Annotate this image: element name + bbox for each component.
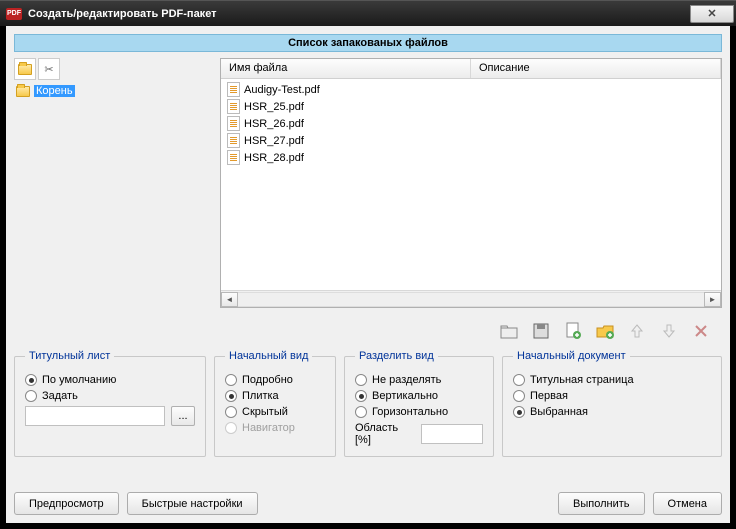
- tree-root-item[interactable]: Корень: [14, 84, 214, 98]
- file-name: HSR_25.pdf: [244, 101, 304, 113]
- radio-icon: [513, 390, 525, 402]
- group-legend: Начальный документ: [513, 350, 630, 362]
- option-no-split[interactable]: Не разделять: [355, 374, 483, 386]
- radio-icon: [225, 406, 237, 418]
- option-label: Не разделять: [372, 374, 441, 386]
- column-description[interactable]: Описание: [471, 59, 721, 78]
- area-input[interactable]: [421, 424, 483, 444]
- move-down-button[interactable]: [658, 320, 680, 342]
- list-item[interactable]: Audigy-Test.pdf: [225, 81, 717, 98]
- radio-icon: [225, 422, 237, 434]
- quick-settings-button[interactable]: Быстрые настройки: [127, 492, 258, 515]
- add-file-button[interactable]: [562, 320, 584, 342]
- tree-item-label: Корень: [34, 85, 75, 97]
- option-default[interactable]: По умолчанию: [25, 374, 195, 386]
- option-detail[interactable]: Подробно: [225, 374, 325, 386]
- add-folder-button[interactable]: [594, 320, 616, 342]
- radio-icon: [355, 390, 367, 402]
- list-item[interactable]: HSR_26.pdf: [225, 115, 717, 132]
- option-label: Скрытый: [242, 406, 288, 418]
- option-label: Титульная страница: [530, 374, 634, 386]
- ok-button[interactable]: Выполнить: [558, 492, 644, 515]
- horizontal-scrollbar[interactable]: ◄ ►: [221, 290, 721, 307]
- radio-icon: [355, 374, 367, 386]
- move-up-button[interactable]: [626, 320, 648, 342]
- option-label: Плитка: [242, 390, 279, 402]
- file-name: HSR_27.pdf: [244, 135, 304, 147]
- option-horizontal[interactable]: Горизонтально: [355, 406, 483, 418]
- scroll-track[interactable]: [238, 292, 704, 307]
- file-name: Audigy-Test.pdf: [244, 84, 320, 96]
- preview-button[interactable]: Предпросмотр: [14, 492, 119, 515]
- radio-icon: [25, 390, 37, 402]
- toolbar-strip: [14, 314, 722, 344]
- option-cover[interactable]: Титульная страница: [513, 374, 711, 386]
- save-button[interactable]: [530, 320, 552, 342]
- client-area: Список запакованых файлов ✂ Корень Имя ф…: [6, 26, 730, 523]
- list-item[interactable]: HSR_25.pdf: [225, 98, 717, 115]
- group-legend: Начальный вид: [225, 350, 312, 362]
- option-first[interactable]: Первая: [513, 390, 711, 402]
- list-header: Имя файла Описание: [221, 59, 721, 79]
- radio-icon: [25, 374, 37, 386]
- close-button[interactable]: ✕: [690, 5, 734, 23]
- option-tile[interactable]: Плитка: [225, 390, 325, 402]
- scroll-left-button[interactable]: ◄: [221, 292, 238, 307]
- pdf-icon: [227, 99, 240, 114]
- scissors-icon: ✂: [44, 63, 53, 76]
- titlebar: PDF Создать/редактировать PDF-пакет ✕: [0, 0, 736, 26]
- open-folder-button[interactable]: [498, 320, 520, 342]
- option-label: Подробно: [242, 374, 293, 386]
- option-label: Горизонтально: [372, 406, 448, 418]
- file-list: Имя файла Описание Audigy-Test.pdf HSR_2…: [220, 58, 722, 308]
- radio-icon: [513, 374, 525, 386]
- scroll-right-button[interactable]: ►: [704, 292, 721, 307]
- option-label: Задать: [42, 390, 78, 402]
- window-title: Создать/редактировать PDF-пакет: [28, 8, 690, 20]
- list-body[interactable]: Audigy-Test.pdf HSR_25.pdf HSR_26.pdf HS…: [221, 79, 721, 290]
- folder-icon: [16, 86, 30, 97]
- radio-icon: [355, 406, 367, 418]
- option-label: Навигатор: [242, 422, 295, 434]
- option-label: Первая: [530, 390, 568, 402]
- option-selected[interactable]: Выбранная: [513, 406, 711, 418]
- column-filename[interactable]: Имя файла: [221, 59, 471, 78]
- file-list-banner: Список запакованых файлов: [14, 34, 722, 52]
- option-set[interactable]: Задать: [25, 390, 195, 402]
- new-folder-button[interactable]: [14, 58, 36, 80]
- delete-button[interactable]: [690, 320, 712, 342]
- folder-icon: [18, 64, 32, 75]
- option-hidden[interactable]: Скрытый: [225, 406, 325, 418]
- area-label: Область [%]: [355, 422, 415, 446]
- pdf-icon: [227, 116, 240, 131]
- option-label: Выбранная: [530, 406, 588, 418]
- option-label: По умолчанию: [42, 374, 116, 386]
- title-file-input[interactable]: [25, 406, 165, 426]
- option-label: Вертикально: [372, 390, 438, 402]
- split-view-group: Разделить вид Не разделять Вертикально Г…: [344, 350, 494, 457]
- title-page-group: Титульный лист По умолчанию Задать ...: [14, 350, 206, 457]
- list-item[interactable]: HSR_28.pdf: [225, 149, 717, 166]
- cut-button[interactable]: ✂: [38, 58, 60, 80]
- browse-button[interactable]: ...: [171, 406, 195, 426]
- list-item[interactable]: HSR_27.pdf: [225, 132, 717, 149]
- pdf-icon: [227, 133, 240, 148]
- initial-view-group: Начальный вид Подробно Плитка Скрытый На…: [214, 350, 336, 457]
- file-name: HSR_28.pdf: [244, 152, 304, 164]
- radio-icon: [513, 406, 525, 418]
- group-legend: Разделить вид: [355, 350, 438, 362]
- cancel-button[interactable]: Отмена: [653, 492, 722, 515]
- radio-icon: [225, 374, 237, 386]
- file-name: HSR_26.pdf: [244, 118, 304, 130]
- pdf-icon: [227, 82, 240, 97]
- pdf-icon: [227, 150, 240, 165]
- folder-tree[interactable]: Корень: [14, 84, 214, 308]
- initial-doc-group: Начальный документ Титульная страница Пе…: [502, 350, 722, 457]
- option-vertical[interactable]: Вертикально: [355, 390, 483, 402]
- group-legend: Титульный лист: [25, 350, 114, 362]
- radio-icon: [225, 390, 237, 402]
- app-icon: PDF: [6, 8, 22, 20]
- option-navigator: Навигатор: [225, 422, 325, 434]
